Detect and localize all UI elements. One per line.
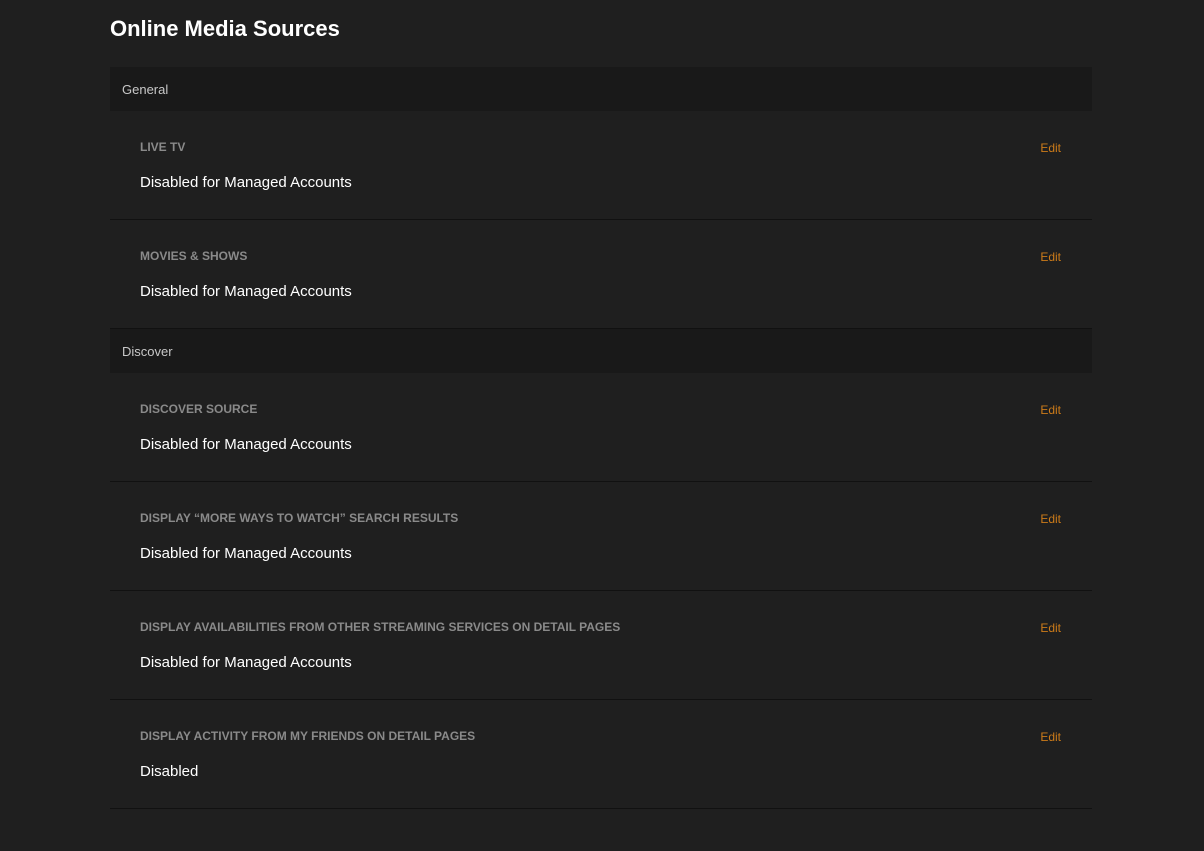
- setting-value: Disabled for Managed Accounts: [140, 283, 352, 300]
- setting-value: Disabled for Managed Accounts: [140, 654, 352, 671]
- setting-label: DISPLAY ACTIVITY FROM MY FRIENDS ON DETA…: [140, 729, 476, 743]
- setting-value: Disabled for Managed Accounts: [140, 436, 352, 453]
- setting-value: Disabled: [140, 763, 199, 780]
- setting-row-friends-activity: DISPLAY ACTIVITY FROM MY FRIENDS ON DETA…: [110, 700, 1092, 809]
- edit-more-ways-to-watch-link[interactable]: Edit: [1040, 511, 1061, 527]
- setting-label: DISPLAY “MORE WAYS TO WATCH” SEARCH RESU…: [140, 511, 459, 525]
- edit-streaming-availabilities-link[interactable]: Edit: [1040, 620, 1061, 636]
- edit-discover-source-link[interactable]: Edit: [1040, 402, 1061, 418]
- setting-row-streaming-availabilities: DISPLAY AVAILABILITIES FROM OTHER STREAM…: [110, 591, 1092, 700]
- edit-friends-activity-link[interactable]: Edit: [1040, 729, 1061, 745]
- settings-page: Online Media Sources General LIVE TV Dis…: [0, 0, 1204, 851]
- setting-row-discover-source: DISCOVER SOURCE Disabled for Managed Acc…: [110, 373, 1092, 482]
- page-title: Online Media Sources: [110, 16, 340, 41]
- setting-label: LIVE TV: [140, 140, 186, 154]
- setting-label: DISPLAY AVAILABILITIES FROM OTHER STREAM…: [140, 620, 621, 634]
- setting-value: Disabled for Managed Accounts: [140, 545, 352, 562]
- setting-label: MOVIES & SHOWS: [140, 249, 248, 263]
- setting-row-more-ways-to-watch: DISPLAY “MORE WAYS TO WATCH” SEARCH RESU…: [110, 482, 1092, 591]
- section-header-general: General: [110, 67, 1092, 111]
- section-header-discover: Discover: [110, 329, 1092, 373]
- edit-live-tv-link[interactable]: Edit: [1040, 140, 1061, 156]
- edit-movies-shows-link[interactable]: Edit: [1040, 249, 1061, 265]
- setting-label: DISCOVER SOURCE: [140, 402, 258, 416]
- setting-value: Disabled for Managed Accounts: [140, 174, 352, 191]
- setting-row-movies-shows: MOVIES & SHOWS Disabled for Managed Acco…: [110, 220, 1092, 329]
- settings-list: General LIVE TV Disabled for Managed Acc…: [110, 67, 1092, 809]
- setting-row-live-tv: LIVE TV Disabled for Managed Accounts Ed…: [110, 111, 1092, 220]
